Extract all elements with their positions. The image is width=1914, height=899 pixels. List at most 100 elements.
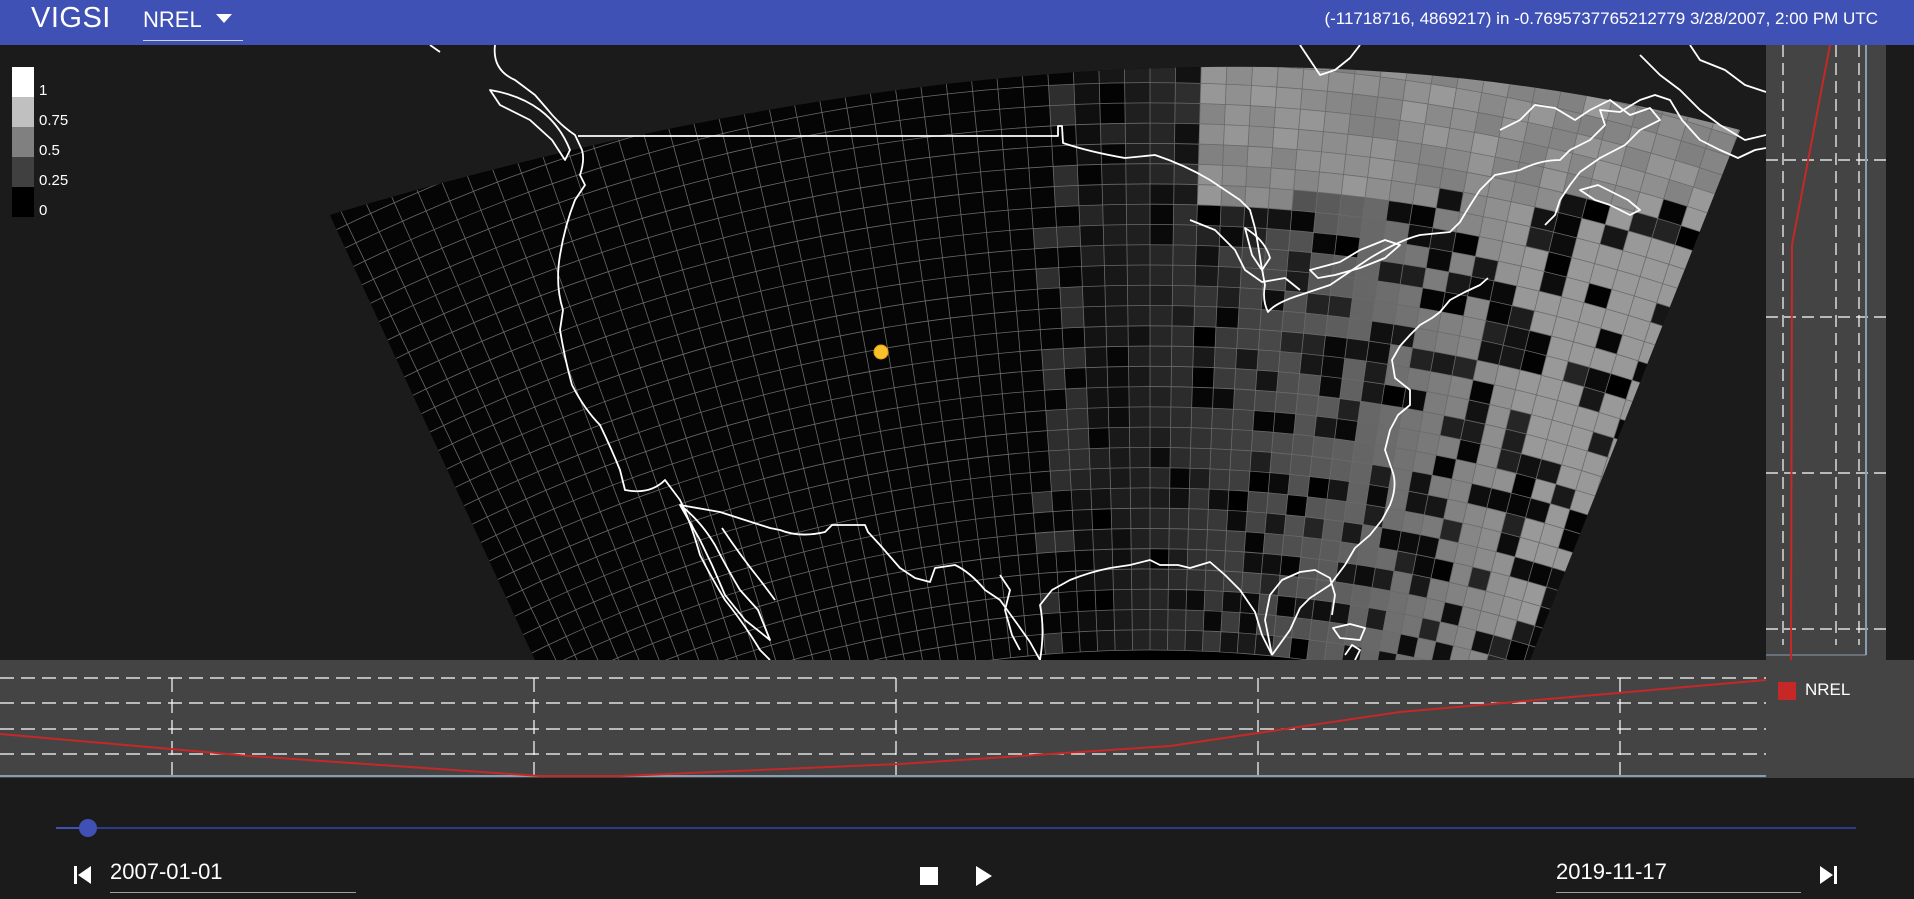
raster-cell <box>563 66 596 72</box>
raster-cell <box>330 158 354 188</box>
raster-cell <box>1197 184 1222 206</box>
raster-cell <box>1702 363 1731 391</box>
raster-cell <box>921 421 945 445</box>
raster-cell <box>449 526 478 554</box>
source-select-value: NREL <box>143 7 202 32</box>
source-select[interactable]: NREL <box>143 2 243 41</box>
raster-cell <box>1759 277 1766 305</box>
raster-cell <box>1272 635 1292 658</box>
raster-cell <box>356 344 387 374</box>
raster-cell <box>1365 177 1392 201</box>
raster-cell <box>1640 406 1668 433</box>
raster-cell <box>1381 384 1406 408</box>
raster-cell <box>1634 425 1661 452</box>
map-canvas[interactable] <box>0 45 1766 660</box>
raster-cell <box>382 445 412 475</box>
raster-cell <box>1102 184 1127 205</box>
raster-cell <box>998 351 1022 374</box>
raster-cell <box>1203 610 1222 632</box>
raster-cell <box>476 580 505 608</box>
raster-cell <box>1170 427 1192 448</box>
raster-cell <box>451 125 484 154</box>
raster-cell <box>1241 572 1262 594</box>
timeline-slider-thumb[interactable] <box>79 819 98 837</box>
raster-cell <box>1186 569 1206 591</box>
raster-cell <box>1748 165 1766 193</box>
raster-cell <box>1214 347 1237 369</box>
raster-cell <box>1729 417 1740 445</box>
stop-icon[interactable] <box>916 863 942 889</box>
raster-cell <box>1244 186 1270 209</box>
raster-cell <box>1199 103 1226 125</box>
raster-cell <box>725 45 755 49</box>
horizontal-timeseries-chart[interactable] <box>0 660 1766 778</box>
raster-cell <box>1372 444 1396 468</box>
raster-cell <box>1024 105 1051 128</box>
timeline-slider-track[interactable] <box>56 827 1856 829</box>
raster-cell <box>1226 510 1248 532</box>
skip-previous-icon[interactable] <box>71 862 95 888</box>
raster-cell <box>988 454 1011 477</box>
raster-cell <box>259 212 292 242</box>
raster-cell <box>1324 499 1347 522</box>
raster-cell <box>330 272 351 302</box>
raster-cell <box>1759 342 1766 370</box>
raster-cell <box>1395 427 1420 452</box>
raster-cell <box>1113 589 1132 610</box>
raster-cell <box>1099 82 1125 104</box>
raster-cell <box>1321 355 1345 379</box>
raster-cell <box>1357 45 1385 57</box>
end-date-field[interactable]: 2019-11-17 <box>1556 852 1801 893</box>
raster-cell <box>1099 103 1126 124</box>
skip-next-icon[interactable] <box>1816 862 1840 888</box>
raster-cell <box>1238 612 1258 635</box>
raster-cell <box>1622 636 1648 660</box>
raster-cell <box>1047 66 1074 86</box>
raster-cell <box>904 444 928 468</box>
raster-cell <box>983 414 1007 437</box>
raster-cell <box>1278 351 1302 374</box>
raster-cell <box>738 82 768 108</box>
raster-cell <box>1289 637 1310 660</box>
raster-cell <box>1150 427 1171 448</box>
start-date-field[interactable]: 2007-01-01 <box>110 852 356 893</box>
play-icon[interactable] <box>970 863 996 889</box>
raster-cell <box>297 170 330 200</box>
raster-cell <box>1174 143 1199 165</box>
raster-cell <box>1172 305 1195 327</box>
legend-swatch-05 <box>12 127 34 157</box>
raster-cell <box>1191 407 1213 429</box>
raster-cell <box>550 90 583 118</box>
raster-cell <box>1171 325 1194 347</box>
raster-cell <box>1280 331 1304 354</box>
raster-cell <box>1114 609 1133 631</box>
raster-cell <box>642 45 673 48</box>
raster-cell <box>479 66 513 78</box>
raster-cell <box>330 121 337 152</box>
raster-cell <box>1212 387 1235 410</box>
map-view[interactable] <box>0 45 1766 660</box>
raster-cell <box>403 78 437 108</box>
raster-cell <box>955 355 979 379</box>
raster-cell <box>1201 45 1228 64</box>
raster-cell <box>1540 66 1571 69</box>
raster-cell <box>1677 549 1704 576</box>
raster-cell <box>945 71 973 94</box>
raster-cell <box>411 499 440 528</box>
vertical-timeseries-chart[interactable] <box>1766 45 1886 660</box>
raster-cell <box>1028 166 1055 189</box>
legend-label-075: 0.75 <box>39 112 69 129</box>
raster-cell <box>1639 535 1666 561</box>
raster-cell <box>899 280 926 305</box>
raster-cell <box>430 535 459 564</box>
raster-cell <box>897 404 922 428</box>
raster-cell <box>1281 311 1306 334</box>
raster-cell <box>960 396 984 419</box>
raster-cell <box>467 562 496 590</box>
raster-cell <box>1273 412 1296 435</box>
raster-cell <box>1409 45 1438 64</box>
raster-cell <box>1090 468 1111 490</box>
raster-cell <box>945 438 968 462</box>
location-marker-icon[interactable] <box>873 344 889 360</box>
raster-cell <box>1216 286 1241 308</box>
